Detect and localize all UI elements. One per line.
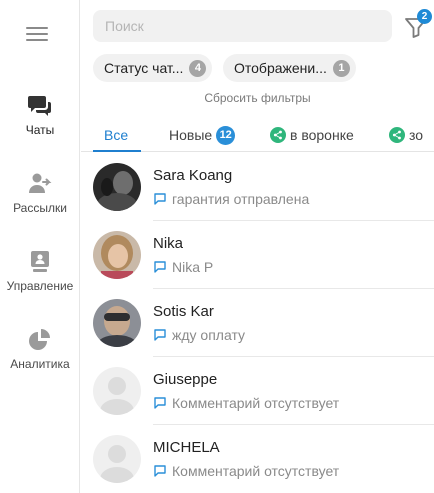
chat-preview-text: Nika P (172, 259, 214, 275)
share-icon (270, 127, 286, 143)
chip-label: Статус чат... (104, 60, 184, 76)
chat-bubbles-icon (28, 96, 51, 116)
sidebar-item-label: Управление (6, 279, 74, 293)
sidebar: Чаты Рассылки Управление Аналитика (0, 0, 80, 493)
tab-bar: Все Новые 12 в воронке зо (81, 118, 434, 152)
tab-label: Все (104, 127, 129, 143)
tab-label: в воронке (290, 127, 354, 143)
chat-name: Sara Koang (153, 167, 233, 184)
chat-item[interactable]: Sara Koang гарантия отправлена (81, 153, 434, 221)
sidebar-item-label: Чаты (25, 123, 55, 137)
reset-filters-link[interactable]: Сбросить фильтры (81, 91, 434, 105)
menu-icon[interactable] (26, 26, 48, 42)
chat-preview-text: гарантия отправлена (172, 191, 310, 207)
sidebar-item-mailings[interactable]: Рассылки (0, 171, 80, 215)
tab-zo[interactable]: зо (389, 118, 423, 152)
users-arrow-icon (29, 173, 52, 193)
chat-preview: Комментарий отсутствует (153, 463, 339, 479)
tab-new[interactable]: Новые 12 (169, 118, 236, 152)
sidebar-item-chats[interactable]: Чаты (0, 93, 80, 137)
chat-preview: гарантия отправлена (153, 191, 309, 207)
chat-name: MICHELA (153, 439, 220, 456)
chat-item[interactable]: Giuseppe Комментарий отсутствует (81, 357, 434, 425)
chat-name: Sotis Kar (153, 303, 214, 320)
chat-name: Giuseppe (153, 371, 218, 388)
active-tab-indicator (93, 150, 141, 152)
avatar (93, 163, 141, 211)
avatar (93, 299, 141, 347)
search-input[interactable] (93, 10, 392, 42)
manager-board-icon (31, 251, 49, 272)
chip-count: 1 (332, 59, 350, 77)
default-avatar-icon (93, 435, 141, 483)
share-icon (389, 127, 405, 143)
sidebar-item-analytics[interactable]: Аналитика (0, 327, 80, 371)
sidebar-item-label: Аналитика (10, 357, 70, 371)
tab-all[interactable]: Все (104, 118, 128, 152)
filter-count-badge: 2 (417, 9, 432, 24)
message-icon (154, 261, 166, 273)
chip-label: Отображени... (234, 60, 327, 76)
message-icon (154, 397, 166, 409)
avatar (93, 231, 141, 279)
tab-funnel[interactable]: в воронке (270, 118, 354, 152)
chat-preview-text: Комментарий отсутствует (172, 463, 340, 479)
chat-preview-text: Комментарий отсутствует (172, 395, 340, 411)
default-avatar-icon (93, 367, 141, 415)
chat-preview: Nika P (153, 259, 213, 275)
chat-preview: жду оплату (153, 327, 245, 343)
chat-item[interactable]: Nika Nika P (81, 221, 434, 289)
pie-chart-icon (29, 329, 50, 350)
tab-label: зо (409, 127, 424, 143)
sidebar-item-management[interactable]: Управление (0, 249, 80, 293)
tab-label: Новые (169, 127, 213, 143)
chat-list-panel: 2 Статус чат... 4 Отображени... 1 Сброси… (81, 0, 434, 493)
chat-item[interactable]: Sotis Kar жду оплату (81, 289, 434, 357)
message-icon (154, 193, 166, 205)
chat-preview-text: жду оплату (172, 327, 246, 343)
chat-name: Nika (153, 235, 184, 252)
new-count-badge: 12 (216, 125, 236, 145)
message-icon (154, 329, 166, 341)
chat-list: Sara Koang гарантия отправлена Nika Nika (81, 153, 434, 493)
chat-item[interactable]: MICHELA Комментарий отсутствует (81, 425, 434, 493)
filter-chip-display[interactable]: Отображени... 1 (223, 54, 356, 82)
message-icon (154, 465, 166, 477)
filter-chip-chat-status[interactable]: Статус чат... 4 (93, 54, 213, 82)
sidebar-item-label: Рассылки (13, 201, 67, 215)
chat-preview: Комментарий отсутствует (153, 395, 339, 411)
chip-count: 4 (189, 59, 207, 77)
